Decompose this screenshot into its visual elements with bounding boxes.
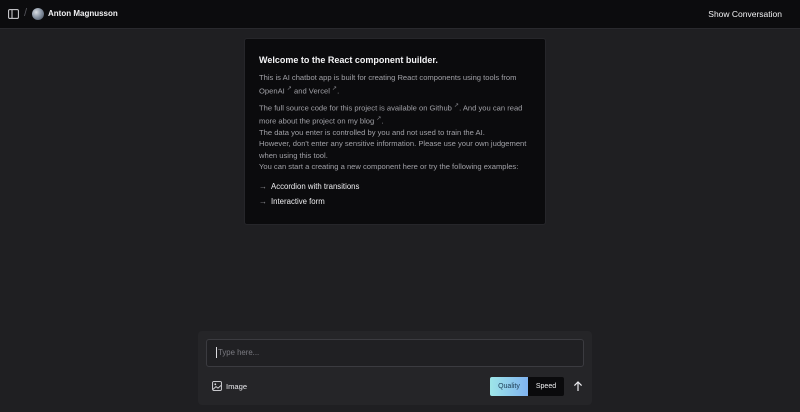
message-input[interactable]: Type here... xyxy=(206,339,584,367)
image-icon xyxy=(212,381,222,391)
app-root: / Anton Magnusson Show Conversation Welc… xyxy=(0,0,800,412)
send-button[interactable] xyxy=(572,380,584,392)
example-accordion[interactable]: → Accordion with transitions xyxy=(259,179,531,194)
mode-quality-option[interactable]: Quality xyxy=(490,377,528,396)
example-label[interactable]: Accordion with transitions xyxy=(271,182,359,191)
intro-text-end: . xyxy=(337,86,340,96)
arrow-right-icon: → xyxy=(259,196,267,206)
image-button-label: Image xyxy=(226,381,248,391)
examples-list: → Accordion with transitions → Interacti… xyxy=(259,179,531,209)
details-paragraph: The full source code for this project is… xyxy=(259,101,531,173)
text-caret xyxy=(216,347,217,358)
welcome-title: Welcome to the React component builder. xyxy=(259,55,438,65)
image-button[interactable]: Image xyxy=(212,381,247,391)
top-bar: / Anton Magnusson Show Conversation xyxy=(0,0,800,29)
mode-speed-option[interactable]: Speed xyxy=(528,377,564,396)
avatar[interactable] xyxy=(32,8,44,20)
input-placeholder: Type here... xyxy=(218,348,260,357)
intro-text-mid: and Vercel xyxy=(291,86,330,96)
sensitive-notice: However, don't enter any sensitive infor… xyxy=(259,139,527,160)
show-conversation-button[interactable]: Show Conversation xyxy=(708,9,782,19)
data-notice: The data you enter is controlled by you … xyxy=(259,127,485,137)
example-interactive-form[interactable]: → Interactive form xyxy=(259,194,531,209)
composer: Type here... Image Quality Speed xyxy=(198,331,592,405)
source-text: The full source code for this project is… xyxy=(259,103,452,113)
example-label[interactable]: Interactive form xyxy=(271,197,325,206)
welcome-card: Welcome to the React component builder. … xyxy=(244,38,546,225)
arrow-up-icon xyxy=(573,380,583,391)
breadcrumb-separator: / xyxy=(24,7,28,19)
sidebar-toggle-icon[interactable] xyxy=(7,8,19,20)
mode-toggle: Quality Speed xyxy=(490,377,564,396)
source-text-end: . xyxy=(381,116,384,126)
user-name[interactable]: Anton Magnusson xyxy=(48,9,118,18)
arrow-right-icon: → xyxy=(259,181,267,191)
intro-paragraph: This is AI chatbot app is built for crea… xyxy=(259,72,531,97)
start-text: You can start a creating a new component… xyxy=(259,162,519,172)
